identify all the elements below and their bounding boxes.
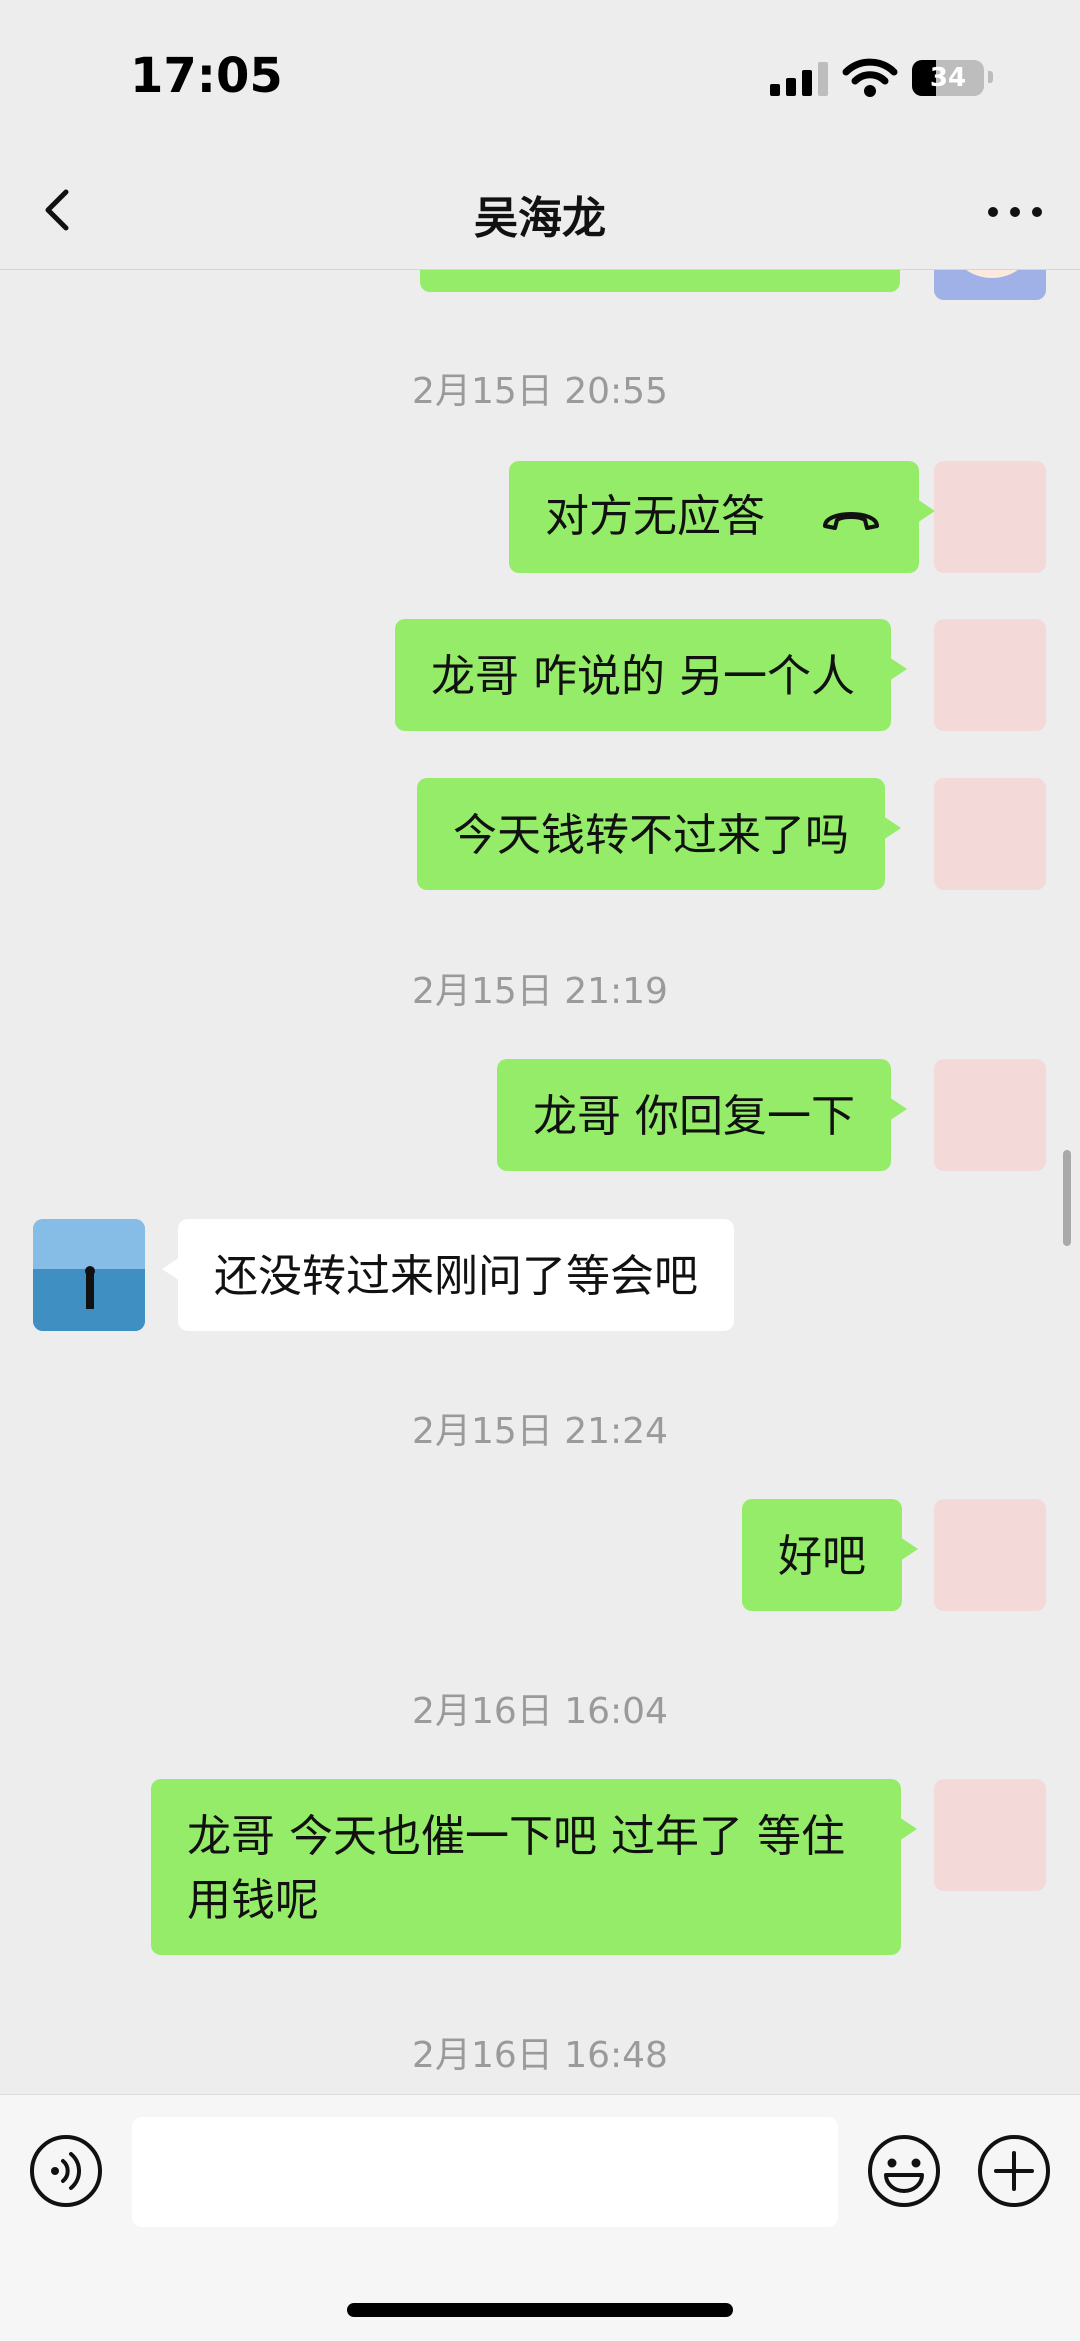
signal-icon: [770, 62, 830, 96]
battery-tip: [988, 71, 993, 83]
timestamp: 2月16日 16:48: [412, 2035, 668, 2076]
chat-messages[interactable]: 2月15日 20:55 对方无应答 龙哥 咋说的 另一个人 今天钱转不过来了吗 …: [0, 270, 1080, 2094]
battery-percent: 34: [929, 63, 967, 93]
message-text: 龙哥 你回复一下: [533, 1091, 855, 1142]
avatar-self[interactable]: [934, 619, 1046, 731]
message-text: 还没转过来刚问了等会吧: [214, 1251, 698, 1302]
chevron-left-icon[interactable]: [30, 180, 90, 240]
chat-title: 吴海龙: [474, 193, 606, 244]
avatar-self[interactable]: [934, 1779, 1046, 1891]
avatar-self[interactable]: [934, 778, 1046, 890]
message-text: 龙哥 今天也催一下吧 过年了 等住用钱呢: [187, 1811, 845, 1926]
cartoon-avatar-icon: [934, 270, 1046, 300]
avatar-self[interactable]: [934, 1059, 1046, 1171]
message-bubble-sent[interactable]: 好吧: [742, 1499, 918, 1611]
message-text: 龙哥 咋说的 另一个人: [431, 651, 855, 702]
message-bubble-sent[interactable]: 龙哥 咋说的 另一个人: [395, 619, 907, 731]
timestamp: 2月15日 20:55: [412, 371, 668, 412]
message-bubble-received[interactable]: 还没转过来刚问了等会吧: [162, 1219, 734, 1331]
avatar-self[interactable]: [934, 461, 1046, 573]
timestamp: 2月15日 21:19: [412, 971, 668, 1012]
plus-icon[interactable]: [976, 2133, 1052, 2209]
avatar-contact[interactable]: [33, 1219, 145, 1331]
message-bubble-sent[interactable]: 龙哥 你回复一下: [497, 1059, 907, 1171]
avatar-self[interactable]: [934, 270, 1046, 300]
chat-header: 吴海龙: [0, 150, 1080, 270]
voice-icon[interactable]: [28, 2133, 104, 2209]
message-text: 对方无应答: [545, 491, 765, 542]
status-icons: 34: [770, 58, 1020, 98]
message-bubble-sent[interactable]: 龙哥 今天也催一下吧 过年了 等住用钱呢: [151, 1779, 917, 1955]
message-bubble-sent[interactable]: 对方无应答: [509, 461, 935, 573]
message-text: 今天钱转不过来了吗: [453, 810, 849, 861]
status-time: 17:05: [130, 48, 283, 104]
more-dots-icon[interactable]: [980, 180, 1050, 240]
wifi-icon: [842, 58, 898, 97]
battery-icon: 34: [912, 60, 984, 96]
home-indicator[interactable]: [347, 2303, 733, 2317]
phone-hangup-icon: [823, 512, 879, 530]
message-text: 好吧: [778, 1531, 866, 1582]
timestamp: 2月16日 16:04: [412, 1691, 668, 1732]
status-bar: 17:05 34: [0, 0, 1080, 150]
avatar-self[interactable]: [934, 1499, 1046, 1611]
message-bubble-partial[interactable]: [420, 270, 916, 292]
contact-photo: [33, 1219, 145, 1331]
scrollbar[interactable]: [1063, 1150, 1071, 1246]
message-bubble-sent[interactable]: 今天钱转不过来了吗: [417, 778, 901, 890]
timestamp: 2月15日 21:24: [412, 1411, 668, 1452]
message-input[interactable]: [132, 2117, 838, 2227]
emoji-icon[interactable]: [866, 2133, 942, 2209]
